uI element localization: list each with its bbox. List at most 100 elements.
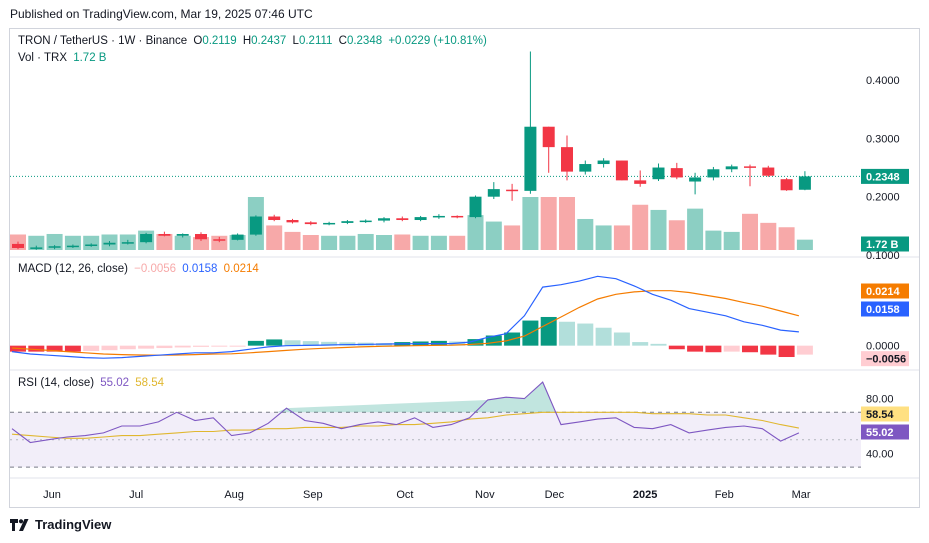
candle-body <box>744 166 756 168</box>
rsi-ma-badge: 58.54 <box>866 409 894 421</box>
macd-hist-bar <box>284 340 301 346</box>
macd-hist-bar <box>723 345 740 352</box>
macd-line-badge: 0.0158 <box>866 304 900 316</box>
candle <box>634 170 647 187</box>
candle-body <box>615 160 628 181</box>
macd-hist-bar <box>796 345 813 355</box>
candle <box>506 183 519 201</box>
candle-body <box>487 189 500 197</box>
volume-bar <box>467 215 484 250</box>
candle <box>652 163 665 181</box>
candle-body <box>249 216 262 235</box>
candle-body <box>48 246 61 248</box>
candle <box>451 215 464 219</box>
volume-bar <box>723 231 740 250</box>
price-tick-label: 0.2000 <box>866 192 900 204</box>
macd-hist-bar <box>613 332 630 346</box>
last-price-badge: 0.2348 <box>866 171 900 183</box>
volume-bar <box>485 221 502 250</box>
candle-body <box>561 147 573 172</box>
macd-hist-bar <box>211 345 228 347</box>
candle-body <box>231 234 244 240</box>
candle <box>762 165 775 177</box>
volume-bar <box>394 234 411 250</box>
volume-bar <box>156 233 173 250</box>
candle-body <box>359 220 372 223</box>
candle <box>249 215 262 236</box>
candle-body <box>12 243 24 249</box>
candle-body <box>634 180 647 184</box>
candle <box>542 126 555 173</box>
macd-signal-badge: 0.0214 <box>866 286 901 298</box>
macd-hist-bar <box>595 327 612 346</box>
candle-body <box>341 221 354 223</box>
candle <box>268 214 281 222</box>
macd-hist-bar <box>742 345 758 353</box>
volume-bar <box>687 208 704 250</box>
rsi-tick-label: 40.00 <box>866 448 894 460</box>
candle <box>561 135 573 181</box>
candle-body <box>268 216 281 221</box>
macd-hist-bar <box>650 343 667 346</box>
macd-hist-bar <box>266 339 283 346</box>
volume-bar <box>376 235 392 250</box>
time-axis-label: Oct <box>396 489 413 501</box>
candle-body <box>158 234 171 236</box>
candle <box>798 171 811 191</box>
candle-body <box>542 126 555 148</box>
candle <box>286 218 299 224</box>
macd-hist-bar <box>668 345 685 350</box>
candle-body <box>780 179 793 191</box>
volume-bar <box>339 235 356 250</box>
footer-brand: TradingView <box>10 517 111 532</box>
candle-body <box>597 160 610 165</box>
volume-bar <box>632 204 649 250</box>
candle-body <box>396 218 409 221</box>
macd-hist-bar <box>540 316 557 346</box>
candle-body <box>506 189 519 192</box>
candle <box>341 220 354 225</box>
volume-bar <box>504 225 521 250</box>
candle <box>707 166 720 181</box>
time-axis-label: Feb <box>715 489 734 501</box>
volume-bar <box>357 233 374 250</box>
volume-bar <box>668 220 685 250</box>
price-tick-label: 0.4000 <box>866 75 900 87</box>
volume-bar <box>650 209 667 250</box>
candle-body <box>524 126 537 191</box>
candle <box>414 215 427 222</box>
candle-body <box>725 166 738 170</box>
candle-body <box>140 234 153 243</box>
candle-body <box>469 196 482 218</box>
macd-hist-bar <box>156 345 173 349</box>
volume-bar <box>302 235 319 250</box>
candle <box>140 232 153 244</box>
macd-hist-bar <box>778 345 795 358</box>
volume-bar <box>412 235 429 250</box>
volume-bar <box>742 213 758 250</box>
candle <box>689 172 702 195</box>
candle-body <box>323 222 336 225</box>
candle-body <box>378 218 390 221</box>
macd-hist-badge: −0.0056 <box>866 354 906 366</box>
volume-bar <box>760 222 777 250</box>
candle-body <box>798 176 811 190</box>
candle-body <box>195 234 207 240</box>
chart-canvas[interactable]: 0.4000 0.3000 0.2000 0.1000 0.2348 1.72 B 0.02… <box>0 0 929 543</box>
candle-body <box>66 245 79 248</box>
rsi-badge: 55.02 <box>866 427 894 439</box>
candle <box>378 217 390 223</box>
volume-bar <box>266 225 283 250</box>
macd-zero-label: 0.0000 <box>866 341 900 353</box>
candle-body <box>652 167 665 180</box>
candle-body <box>213 239 226 241</box>
macd-hist-bar <box>64 345 81 352</box>
candle <box>158 231 171 237</box>
volume-bar <box>284 231 301 250</box>
footer-brand-text: TradingView <box>35 517 112 532</box>
volume-bar <box>705 230 722 250</box>
time-axis-label: Aug <box>224 489 244 501</box>
volume-bar <box>449 235 466 250</box>
rsi-tick-label: 80.00 <box>866 394 894 406</box>
macd-hist-bar <box>632 342 649 346</box>
